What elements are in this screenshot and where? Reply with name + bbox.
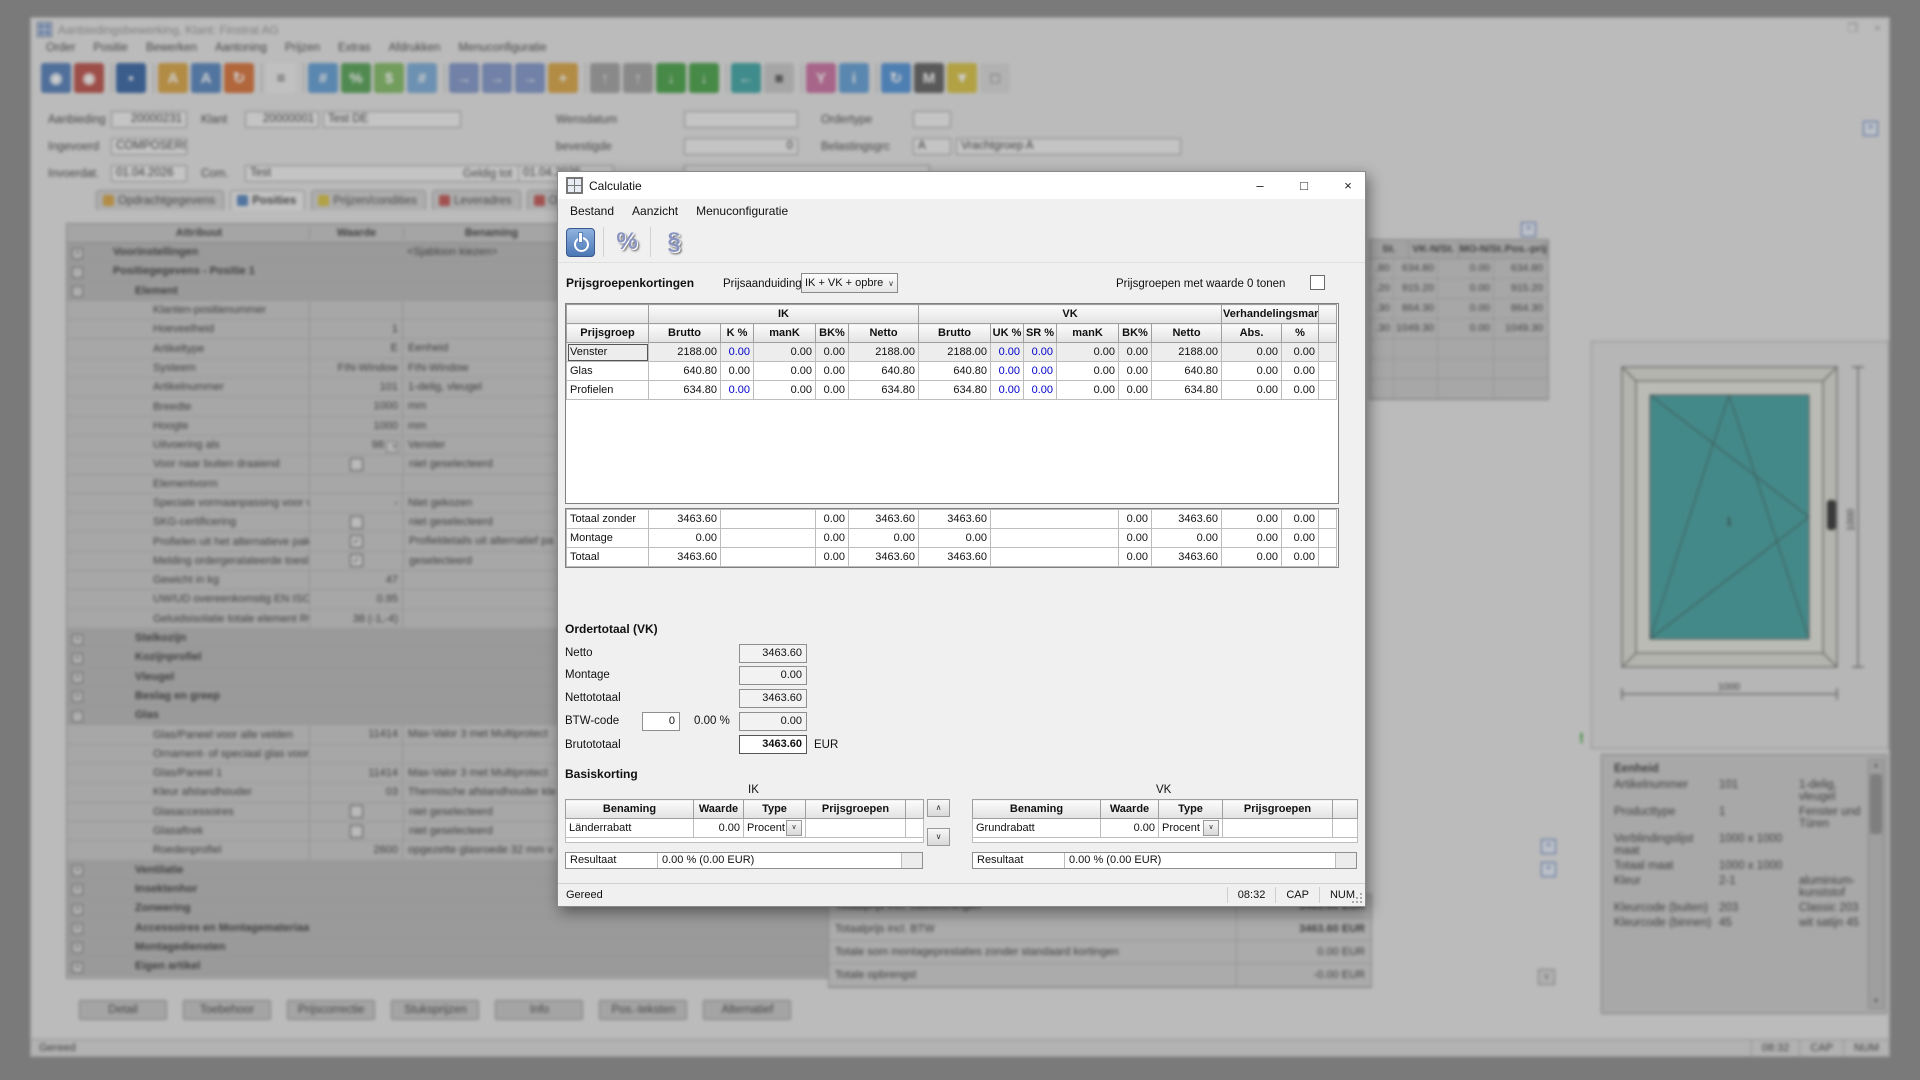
btw-pct: 0.00 % (694, 715, 730, 727)
resize-grip[interactable] (1360, 901, 1362, 903)
btw-amount: 0.00 (739, 712, 807, 731)
status-time: 08:32 (1226, 887, 1276, 903)
chevron-down-icon: ∨ (888, 278, 894, 288)
table-row[interactable]: Venster 2188.00 0.00 0.00 0.00 2188.00 2… (566, 342, 1338, 362)
nettototaal-value: 3463.60 (739, 689, 807, 708)
resultaat-label: Resultaat (566, 853, 658, 868)
resultaat-label: Resultaat (973, 853, 1065, 868)
bruto-value: 3463.60 (739, 735, 807, 754)
show-zero-label: Prijsgroepen met waarde 0 tonen (1116, 278, 1286, 290)
totals-row: Montage 0.00 0.00 0.00 0.00 0.00 0.00 0.… (566, 528, 1337, 548)
ik-resultaat-bar: Resultaat 0.00 % (0.00 EUR) (565, 852, 923, 869)
dialog-toolbar: % § (558, 222, 1365, 263)
nettototaal-label: Nettototaal (565, 692, 621, 704)
type-value: Procent (1162, 822, 1200, 834)
group-ik: IK (647, 304, 920, 324)
scroll-down-icon[interactable]: ∨ (927, 828, 950, 846)
dialog-title: Calculatie (589, 178, 642, 193)
status-text: Gereed (566, 889, 603, 901)
dialog-icon (566, 177, 583, 194)
korting-header-row: Benaming Waarde Type Prijsgroepen (565, 799, 924, 819)
show-zero-checkbox[interactable] (1310, 275, 1325, 290)
basiskorting-heading: Basiskorting (565, 767, 638, 781)
pricegroup-table: IK VK Verhandelingsmarg Prijsgroep Brutt… (565, 303, 1339, 504)
netto-label: Netto (565, 647, 593, 659)
column-header-row: Prijsgroep Brutto K % manK BK% Netto Bru… (566, 323, 1338, 343)
percent-icon[interactable]: % (612, 228, 642, 256)
resultaat-value: 0.00 % (0.00 EUR) (1069, 854, 1162, 866)
group-header-row: IK VK Verhandelingsmarg (566, 304, 1338, 324)
type-value: Procent (747, 822, 785, 834)
prijsaanduiding-dropdown[interactable]: IK + VK + opbre ∨ (801, 273, 898, 293)
totals-row: Totaal 3463.60 0.00 3463.60 3463.60 0.00… (566, 547, 1337, 567)
vk-caption: VK (1156, 784, 1172, 796)
maximize-icon[interactable]: □ (1287, 172, 1321, 199)
screen: Aanbiedingsbewerking, Klant: Finstral AG… (0, 0, 1920, 1080)
korting-row[interactable]: Länderrabatt 0.00 Procent ∨ (565, 818, 924, 838)
group-vk: VK (918, 304, 1223, 324)
table-row[interactable]: Profielen 634.80 0.00 0.00 0.00 634.80 6… (566, 380, 1338, 400)
table-row[interactable]: Glas 640.80 0.00 0.00 0.00 640.80 640.80… (566, 361, 1338, 381)
paragraph-icon[interactable]: § (659, 228, 689, 256)
close-icon[interactable]: × (1331, 172, 1365, 199)
netto-value: 3463.60 (739, 644, 807, 663)
chevron-down-icon[interactable]: ∨ (1203, 820, 1219, 836)
section-title: Prijsgroepenkortingen (566, 276, 695, 290)
status-num: NUM (1318, 887, 1365, 903)
korting-header-row: Benaming Waarde Type Prijsgroepen (972, 799, 1358, 819)
ordertotaal-heading: Ordertotaal (VK) (565, 622, 658, 636)
btw-label: BTW-code (565, 715, 620, 727)
totals-row: Totaal zonder 3463.60 0.00 3463.60 3463.… (566, 509, 1337, 529)
dialog-statusbar: Gereed 08:32 CAP NUM (558, 883, 1365, 906)
montage-value: 0.00 (739, 666, 807, 685)
dialog-content: Prijsgroepenkortingen Prijsaanduiding IK… (558, 262, 1365, 884)
toolbar-separator (650, 227, 651, 257)
btw-code-field[interactable]: 0 (642, 712, 680, 731)
vk-resultaat-bar: Resultaat 0.00 % (0.00 EUR) (972, 852, 1357, 869)
korting-row[interactable]: Grundrabatt 0.00 Procent ∨ (972, 818, 1358, 838)
menu-item[interactable]: Aanzicht (624, 202, 686, 220)
calculatie-dialog: Calculatie – □ × Bestand Aanzicht Menuconf… (557, 171, 1366, 907)
prijsaanduiding-label: Prijsaanduiding (723, 278, 802, 290)
status-caps: CAP (1275, 887, 1319, 903)
minimize-icon[interactable]: – (1243, 172, 1277, 199)
bruto-label: Brutototaal (565, 739, 621, 751)
menu-item[interactable]: Bestand (562, 202, 622, 220)
group-marge: Verhandelingsmarg (1221, 304, 1320, 324)
dropdown-value: IK + VK + opbre (805, 277, 884, 289)
ik-caption: IK (748, 784, 759, 796)
currency-label: EUR (814, 739, 839, 751)
toolbar-separator (603, 227, 604, 257)
dialog-menubar: Bestand Aanzicht Menuconfiguratie (562, 199, 796, 222)
resultaat-value: 0.00 % (0.00 EUR) (662, 854, 755, 866)
menu-item[interactable]: Menuconfiguratie (688, 202, 796, 220)
montage-label: Montage (565, 669, 610, 681)
chevron-down-icon[interactable]: ∨ (786, 820, 802, 836)
scroll-up-icon[interactable]: ∧ (927, 799, 950, 817)
power-button-icon[interactable] (566, 227, 595, 257)
totals-table: Totaal zonder 3463.60 0.00 3463.60 3463.… (565, 508, 1339, 568)
